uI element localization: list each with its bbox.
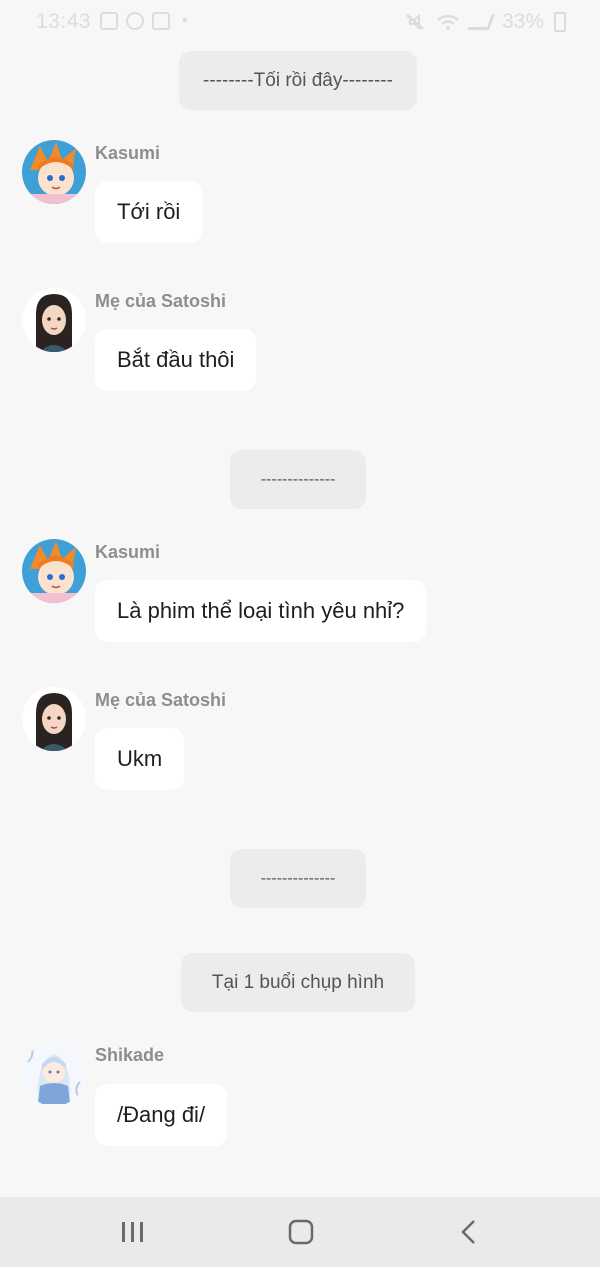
- kasumi-avatar[interactable]: [22, 539, 86, 603]
- more-notifications-icon: •: [182, 12, 188, 29]
- navigation-bar: [0, 1197, 600, 1267]
- wifi-icon: [437, 14, 459, 30]
- sender-name: Mẹ của Satoshi: [95, 291, 227, 311]
- sender-name: Shikade: [95, 1045, 165, 1065]
- back-icon: [461, 1220, 475, 1244]
- message-bubble[interactable]: Ukm: [95, 728, 185, 790]
- recent-apps-icon: [122, 1222, 143, 1242]
- chat-thread[interactable]: --------Tối rồi đây-------- Kasumi Tới r…: [0, 46, 600, 1196]
- satoshi-mom-avatar[interactable]: [22, 288, 86, 352]
- message-bubble[interactable]: Là phim thể loại tình yêu nhỉ?: [95, 580, 427, 642]
- message-bubble[interactable]: Bắt đầu thôi: [95, 329, 257, 391]
- message-bubble[interactable]: Tới rồi: [95, 181, 203, 243]
- battery-icon: [554, 12, 566, 32]
- recent-apps-button[interactable]: [113, 1217, 153, 1247]
- message-bubble[interactable]: /Đang đi/: [95, 1084, 228, 1146]
- back-button[interactable]: [449, 1217, 489, 1247]
- chat-screen: 13:43 • 33% --------Tối rồi đây--------: [0, 0, 600, 1267]
- sender-name: Kasumi: [95, 143, 161, 163]
- signal-icon: [467, 14, 495, 30]
- home-button[interactable]: [281, 1217, 321, 1247]
- gallery-icon: [100, 12, 118, 30]
- sync-icon: [126, 12, 144, 30]
- status-bar: 13:43 • 33%: [0, 0, 600, 46]
- divider-pill: --------------: [230, 450, 366, 509]
- kasumi-avatar[interactable]: [22, 140, 86, 204]
- system-icons: 33%: [404, 10, 566, 34]
- mute-icon: [406, 13, 424, 31]
- divider-pill: --------------: [230, 849, 366, 908]
- status-time: 13:43: [36, 10, 92, 33]
- battery-percent: 33%: [501, 10, 544, 33]
- sender-name: Kasumi: [95, 542, 161, 562]
- notification-icons: •: [100, 12, 188, 30]
- sender-name: Mẹ của Satoshi: [95, 690, 227, 710]
- shikade-avatar[interactable]: [22, 1042, 86, 1106]
- scene-pill: --------Tối rồi đây--------: [179, 51, 417, 110]
- scene-pill: Tại 1 buổi chụp hình: [181, 953, 415, 1012]
- home-icon: [288, 1219, 314, 1245]
- app-icon: [152, 12, 170, 30]
- satoshi-mom-avatar[interactable]: [22, 687, 86, 751]
